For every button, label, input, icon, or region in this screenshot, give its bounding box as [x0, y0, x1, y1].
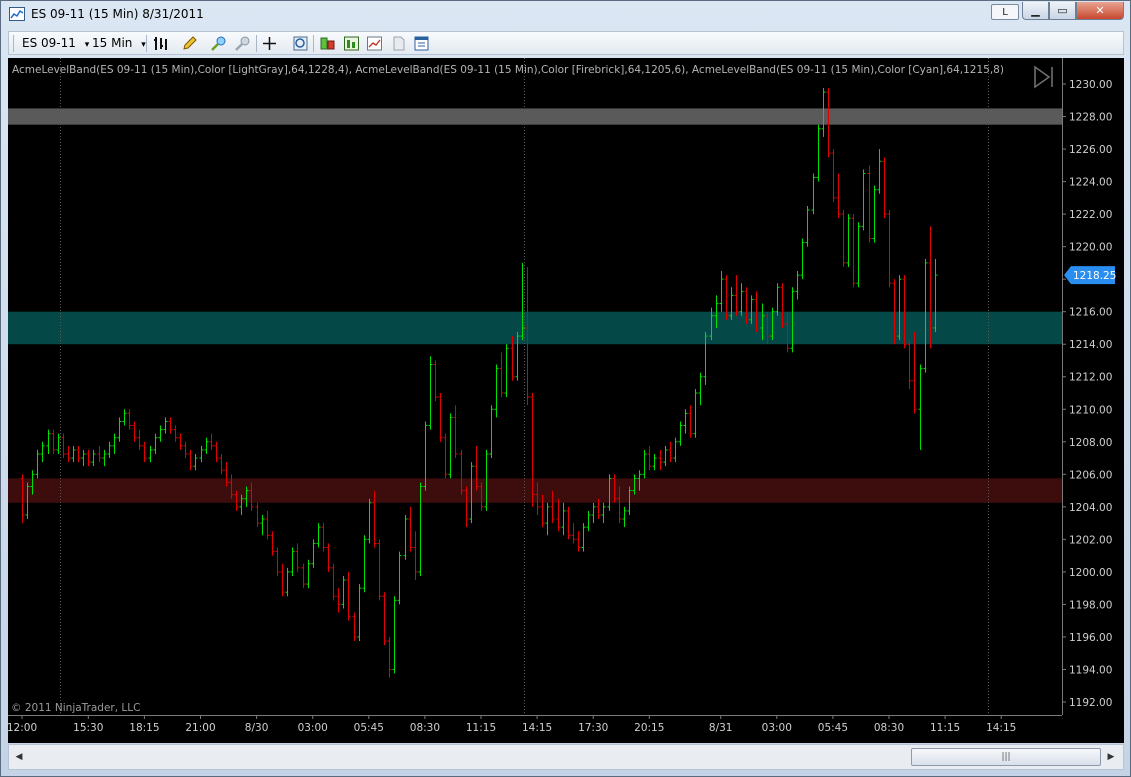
price-tick-label: 1192.00 [1069, 697, 1112, 709]
maximize-button[interactable]: ▭ [1049, 2, 1076, 20]
indicators-icon[interactable] [343, 35, 360, 52]
chart-background [8, 58, 1124, 743]
chevron-down-icon: ▾ [84, 40, 90, 50]
price-tick-label: 1196.00 [1069, 632, 1112, 644]
time-tick-label: 05:45 [354, 722, 384, 734]
time-tick-label: 05:45 [818, 722, 848, 734]
time-tick-label: 08:30 [874, 722, 904, 734]
time-tick-label: 11:15 [466, 722, 496, 734]
time-tick-label: 11:15 [930, 722, 960, 734]
chart-toolbar: ES 09-11 ▾ 15 Min ▾ [8, 31, 1124, 55]
price-tick-label: 1230.00 [1069, 79, 1112, 91]
properties-icon[interactable] [413, 35, 430, 52]
time-tick-label: 18:15 [129, 722, 159, 734]
toolbar-grip [13, 35, 14, 52]
chart-line-icon[interactable] [366, 35, 383, 52]
instrument-label: ES 09-11 [22, 36, 76, 50]
time-tick-label: 12:00 [8, 722, 37, 734]
price-tick-label: 1204.00 [1069, 502, 1112, 514]
close-button[interactable]: ✕ [1076, 2, 1124, 20]
time-tick-label: 14:15 [986, 722, 1016, 734]
price-tick-label: 1194.00 [1069, 664, 1112, 676]
price-tick-label: 1214.00 [1069, 339, 1112, 351]
time-tick-label: 20:15 [634, 722, 664, 734]
minimize-button[interactable]: ▁ [1022, 2, 1049, 20]
copyright-text: © 2011 NinjaTrader, LLC [11, 702, 140, 714]
scroll-right-arrow[interactable]: ▶ [1103, 748, 1119, 766]
zoom-in-icon[interactable] [210, 35, 227, 52]
last-price-label: 1218.25 [1073, 270, 1116, 282]
bar-type-icon[interactable] [152, 35, 169, 52]
time-tick-label: 14:15 [522, 722, 552, 734]
title-bar[interactable]: ES 09-11 (15 Min) 8/31/2011 L ▁ ▭ ✕ [1, 1, 1130, 29]
link-button[interactable]: L [991, 4, 1019, 20]
chart-app-icon [9, 7, 25, 21]
price-tick-label: 1226.00 [1069, 144, 1112, 156]
price-tick-label: 1224.00 [1069, 177, 1112, 189]
interval-selector[interactable]: 15 Min ▾ [92, 35, 146, 52]
price-tick-label: 1228.00 [1069, 112, 1112, 124]
level-band-firebrick [8, 478, 1062, 503]
price-tick-label: 1208.00 [1069, 437, 1112, 449]
horizontal-scrollbar[interactable]: ◀ ||| ▶ [8, 744, 1124, 770]
document-icon[interactable] [390, 35, 407, 52]
toolbar-separator [313, 35, 314, 52]
price-tick-label: 1212.00 [1069, 372, 1112, 384]
level-band-cyan [8, 311, 1062, 345]
toolbar-separator [146, 35, 147, 52]
pencil-icon[interactable] [181, 35, 198, 52]
price-tick-label: 1222.00 [1069, 209, 1112, 221]
price-tick-label: 1200.00 [1069, 567, 1112, 579]
strategies-icon[interactable] [319, 35, 336, 52]
price-chart[interactable]: 1192.00 1194.00 1196.00 1198.00 1200.00 1202.… [8, 58, 1124, 743]
time-tick-label: 17:30 [578, 722, 608, 734]
last-price-marker: 1218.25 [1064, 266, 1116, 285]
toolbar-separator [256, 35, 257, 52]
time-tick-label: 15:30 [73, 722, 103, 734]
price-tick-label: 1216.00 [1069, 307, 1112, 319]
time-tick-label: 8/30 [245, 722, 269, 734]
time-tick-label: 08:30 [410, 722, 440, 734]
price-tick-label: 1202.00 [1069, 534, 1112, 546]
time-tick-label: 21:00 [185, 722, 215, 734]
window-title: ES 09-11 (15 Min) 8/31/2011 [31, 7, 204, 21]
price-tick-label: 1198.00 [1069, 599, 1112, 611]
interval-label: 15 Min [92, 36, 133, 50]
scroll-thumb[interactable]: ||| [911, 748, 1101, 766]
time-tick-label: 03:00 [298, 722, 328, 734]
crosshair-icon[interactable] [261, 35, 278, 52]
chart-window: ES 09-11 (15 Min) 8/31/2011 L ▁ ▭ ✕ ES 0… [0, 0, 1131, 777]
time-tick-label: 03:00 [762, 722, 792, 734]
time-tick-label: 8/31 [709, 722, 733, 734]
price-tick-label: 1210.00 [1069, 404, 1112, 416]
instrument-selector[interactable]: ES 09-11 ▾ [22, 35, 89, 52]
indicator-label: AcmeLevelBand(ES 09-11 (15 Min),Color [L… [12, 64, 1004, 76]
zoom-out-icon[interactable] [234, 35, 251, 52]
scroll-left-arrow[interactable]: ◀ [11, 748, 27, 766]
level-band-lightgray [8, 108, 1062, 125]
data-box-icon[interactable] [292, 35, 309, 52]
price-tick-label: 1220.00 [1069, 242, 1112, 254]
price-tick-label: 1206.00 [1069, 469, 1112, 481]
